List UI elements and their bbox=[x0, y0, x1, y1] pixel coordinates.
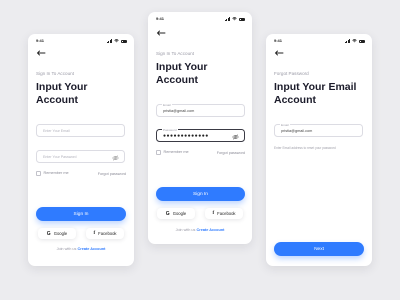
status-icons bbox=[344, 39, 365, 43]
signin-filled-screen: 9:41 Sign In To Account Input Your Accou… bbox=[148, 12, 252, 244]
facebook-icon: f bbox=[93, 231, 96, 236]
google-button[interactable]: G Google bbox=[157, 208, 195, 219]
facebook-button[interactable]: f Facebook bbox=[86, 228, 124, 239]
signin-empty-screen: 9:41 Sign In To Account Input Your Accou… bbox=[28, 34, 134, 266]
checkbox[interactable] bbox=[156, 150, 161, 155]
password-value: ●●●●●●●●●●●●● bbox=[163, 132, 209, 139]
facebook-label: Facebook bbox=[217, 211, 236, 216]
next-button[interactable]: Next bbox=[274, 242, 364, 256]
page-title: Input Your Account bbox=[156, 61, 208, 86]
status-bar: 9:41 bbox=[274, 38, 365, 44]
google-icon: G bbox=[165, 210, 170, 217]
join-text: Join with us bbox=[175, 228, 196, 232]
create-account-link[interactable]: Create Account bbox=[196, 228, 224, 232]
remember-me-label: Remember me bbox=[163, 150, 189, 155]
status-bar: 9:41 bbox=[36, 38, 127, 44]
signal-icon bbox=[344, 39, 350, 43]
join-prompt: Join with us Create Account bbox=[28, 247, 134, 251]
sign-in-button[interactable]: Sign In bbox=[156, 187, 245, 201]
email-value: pristia@gmail.com bbox=[281, 129, 313, 134]
page-title: Input Your Account bbox=[36, 81, 88, 106]
email-placeholder: Enter Your Email bbox=[43, 129, 70, 133]
back-arrow-icon[interactable] bbox=[274, 50, 284, 56]
forgot-password-link[interactable]: Forgot password bbox=[98, 172, 126, 176]
battery-icon bbox=[359, 39, 365, 43]
status-bar: 9:41 bbox=[156, 16, 245, 22]
password-label: Password bbox=[162, 128, 178, 132]
email-label: Email bbox=[280, 123, 290, 127]
status-icons bbox=[224, 17, 245, 21]
eye-off-icon[interactable] bbox=[112, 154, 119, 161]
eye-off-icon[interactable] bbox=[232, 133, 239, 140]
join-text: Join with us bbox=[56, 247, 77, 251]
email-label: Email bbox=[162, 103, 172, 107]
title-line-2: Account bbox=[274, 93, 316, 106]
title-line-1: Input Your bbox=[156, 61, 208, 73]
facebook-icon: f bbox=[212, 211, 215, 216]
google-label: Google bbox=[172, 211, 187, 216]
status-icons bbox=[106, 39, 127, 43]
google-button[interactable]: G Google bbox=[38, 228, 76, 239]
join-prompt: Join with us Create Account bbox=[148, 228, 252, 232]
battery-icon bbox=[121, 39, 127, 43]
wifi-icon bbox=[114, 39, 119, 43]
reset-hint-text: Enter Email address to reset your passwo… bbox=[274, 146, 336, 150]
wifi-icon bbox=[232, 17, 237, 21]
wifi-icon bbox=[352, 39, 357, 43]
signal-icon bbox=[224, 17, 230, 21]
forgot-password-link[interactable]: Forgot password bbox=[217, 151, 245, 155]
page-title: Input Your Email Account bbox=[274, 81, 356, 106]
email-input[interactable]: Enter Your Email bbox=[36, 124, 125, 137]
back-arrow-icon[interactable] bbox=[156, 30, 166, 36]
checkbox[interactable] bbox=[36, 171, 41, 176]
status-time: 9:41 bbox=[36, 38, 45, 43]
status-time: 9:41 bbox=[156, 16, 165, 21]
title-line-1: Input Your bbox=[36, 81, 88, 93]
title-line-1: Input Your Email bbox=[274, 81, 357, 93]
eyebrow-label: Forgot Password bbox=[274, 71, 309, 76]
signal-icon bbox=[106, 39, 112, 43]
google-icon: G bbox=[46, 230, 51, 237]
email-input[interactable]: Email pristia@gmail.com bbox=[156, 103, 245, 117]
facebook-label: Facebook bbox=[98, 231, 117, 236]
password-input[interactable]: Enter Your Password bbox=[36, 150, 125, 163]
email-value: pristia@gmail.com bbox=[163, 109, 195, 114]
battery-icon bbox=[239, 17, 245, 21]
remember-me-checkbox[interactable]: Remember me bbox=[36, 171, 69, 176]
eyebrow-label: Sign In To Account bbox=[156, 51, 194, 56]
eyebrow-label: Sign In To Account bbox=[36, 71, 74, 76]
title-line-2: Account bbox=[36, 93, 78, 106]
password-placeholder: Enter Your Password bbox=[43, 155, 77, 159]
sign-in-button[interactable]: Sign In bbox=[36, 207, 126, 221]
forgot-password-screen: 9:41 Forgot Password Input Your Email Ac… bbox=[266, 34, 372, 266]
status-time: 9:41 bbox=[274, 38, 283, 43]
title-line-2: Account bbox=[156, 73, 198, 86]
email-input[interactable]: Email pristia@gmail.com bbox=[274, 123, 363, 137]
remember-me-label: Remember me bbox=[43, 171, 69, 176]
facebook-button[interactable]: f Facebook bbox=[205, 208, 243, 219]
google-label: Google bbox=[53, 231, 68, 236]
password-input[interactable]: Password ●●●●●●●●●●●●● bbox=[156, 128, 245, 142]
create-account-link[interactable]: Create Account bbox=[77, 247, 105, 251]
back-arrow-icon[interactable] bbox=[36, 50, 46, 56]
remember-me-checkbox[interactable]: Remember me bbox=[156, 150, 189, 155]
